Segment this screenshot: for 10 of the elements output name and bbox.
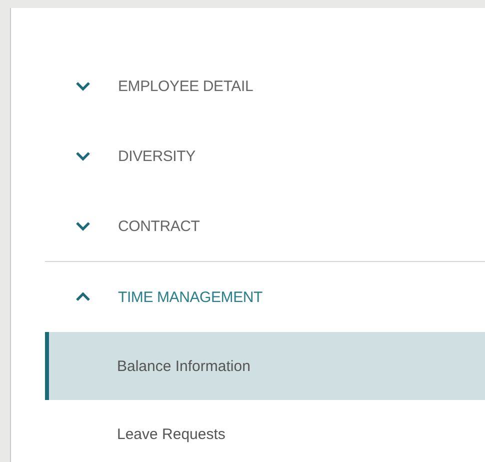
menu-item[interactable]: Balance Information bbox=[45, 332, 485, 400]
section-header[interactable]: TIME MANAGEMENT bbox=[45, 262, 485, 332]
section-header[interactable]: DIVERSITY bbox=[45, 121, 485, 191]
chevron-down-icon bbox=[75, 81, 91, 91]
section-header[interactable]: CONTRACT bbox=[45, 191, 485, 261]
chevron-up-icon bbox=[75, 292, 91, 302]
chevron-down-icon bbox=[75, 151, 91, 161]
section-header[interactable]: EMPLOYEE DETAIL bbox=[45, 51, 485, 121]
menu-item[interactable]: Leave Requests bbox=[45, 400, 485, 462]
chevron-down-icon bbox=[75, 221, 91, 231]
